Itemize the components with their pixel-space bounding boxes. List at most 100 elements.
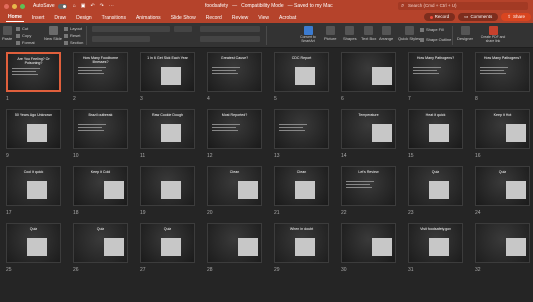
- comments-button[interactable]: ▭ Comments: [458, 13, 499, 21]
- convert-smartart-button[interactable]: Convert to SmartArt: [296, 26, 320, 43]
- text-box-button[interactable]: Text Box: [361, 26, 376, 41]
- home-icon[interactable]: ⌂: [73, 3, 76, 9]
- more-icon[interactable]: ⋯: [109, 3, 114, 9]
- save-icon[interactable]: ▣: [81, 3, 86, 9]
- slide-thumbnail[interactable]: [341, 52, 396, 92]
- slide-number: 28: [207, 267, 213, 273]
- slide-thumbnail[interactable]: How Many Foodborne Illnesses?: [73, 52, 128, 92]
- tab-record[interactable]: Record: [204, 14, 224, 22]
- slide-thumbnail[interactable]: [207, 223, 262, 263]
- section-button[interactable]: Section: [64, 40, 83, 45]
- slide-image: [104, 181, 124, 199]
- slide-thumbnail[interactable]: Visit foodsafety.gov: [408, 223, 463, 263]
- reset-label: Reset: [70, 33, 81, 38]
- slide-title: 50 Years Ago Unknown: [14, 113, 53, 117]
- shapes-button[interactable]: Shapes: [343, 26, 357, 41]
- slide-thumbnail[interactable]: Clean: [207, 166, 262, 206]
- slide-thumbnail[interactable]: Greatest Cause?: [207, 52, 262, 92]
- slide-thumbnail[interactable]: How Many Pathogens?: [475, 52, 530, 92]
- designer-button[interactable]: Designer: [457, 26, 473, 41]
- slide-title: Keep it Hot: [493, 113, 512, 117]
- slide-number: 13: [274, 153, 280, 159]
- slide-image: [104, 238, 124, 256]
- minimize-window-button[interactable]: [12, 3, 17, 9]
- slide-thumbnail[interactable]: Heat it quick: [408, 109, 463, 149]
- slide-thumbnail[interactable]: Quiz: [475, 166, 530, 206]
- picture-button[interactable]: Picture: [324, 26, 336, 41]
- redo-icon[interactable]: ↷: [100, 3, 104, 9]
- tab-design[interactable]: Design: [74, 14, 94, 22]
- new-slide-button[interactable]: New Slide: [44, 26, 62, 41]
- slide-thumbnail[interactable]: Are You Feeling? Or Poisoning?: [6, 52, 61, 92]
- slide-thumbnail[interactable]: [140, 166, 195, 206]
- quick-styles-label: Quick Styles: [398, 36, 421, 41]
- tab-animations[interactable]: Animations: [134, 14, 163, 22]
- font-size-select[interactable]: [174, 26, 192, 32]
- slide-number: 30: [341, 267, 347, 273]
- paste-button[interactable]: Paste: [2, 26, 12, 41]
- font-style-buttons[interactable]: [92, 36, 150, 42]
- slide-title: Clean: [229, 170, 240, 174]
- slide-thumbnail[interactable]: Quiz: [140, 223, 195, 263]
- slide-thumbnail[interactable]: [475, 223, 530, 263]
- slide-thumbnail[interactable]: 50 Years Ago Unknown: [6, 109, 61, 149]
- create-pdf-button[interactable]: Create PDF and share link: [478, 26, 508, 43]
- brush-icon: [16, 40, 20, 45]
- convert-smartart-label: Convert to SmartArt: [300, 35, 316, 43]
- quick-styles-button[interactable]: Quick Styles: [398, 26, 420, 41]
- slide-thumbnail[interactable]: 1 in 6 Get Sick Each Year: [140, 52, 195, 92]
- tab-view[interactable]: View: [256, 14, 271, 22]
- slide-title: Raw Cookie Dough: [152, 113, 183, 117]
- slide-thumbnail[interactable]: Cool it quick: [6, 166, 61, 206]
- copy-icon: [16, 33, 20, 38]
- slide-title: Quiz: [29, 227, 38, 231]
- tab-insert[interactable]: Insert: [30, 14, 47, 22]
- slide-bullets: [212, 65, 240, 76]
- tab-acrobat[interactable]: Acrobat: [277, 14, 298, 22]
- tab-transitions[interactable]: Transitions: [100, 14, 128, 22]
- slide-thumbnail[interactable]: Temperature: [341, 109, 396, 149]
- slide-number: 4: [207, 96, 210, 102]
- slide-thumbnail[interactable]: [341, 223, 396, 263]
- paragraph-list-buttons[interactable]: [200, 26, 260, 32]
- search-input[interactable]: Search (Cmd + Ctrl + U): [398, 2, 528, 10]
- slide-thumbnail[interactable]: Clean: [274, 166, 329, 206]
- format-painter-button[interactable]: Format: [16, 40, 35, 45]
- slide-thumbnail[interactable]: Most Reported?: [207, 109, 262, 149]
- slide-thumbnail[interactable]: Quiz: [6, 223, 61, 263]
- close-window-button[interactable]: [4, 3, 9, 9]
- slide-thumbnail[interactable]: Brazil outbreak: [73, 109, 128, 149]
- copy-button[interactable]: Copy: [16, 33, 31, 38]
- slide-thumbnail[interactable]: Quiz: [408, 166, 463, 206]
- slide-thumbnail[interactable]: Let's Review: [341, 166, 396, 206]
- tab-draw[interactable]: Draw: [52, 14, 68, 22]
- layout-button[interactable]: Layout: [64, 26, 82, 31]
- tab-home[interactable]: Home: [6, 13, 24, 22]
- autosave-toggle[interactable]: [57, 3, 67, 9]
- create-pdf-label: Create PDF and share link: [480, 35, 506, 43]
- font-name-select[interactable]: [92, 26, 170, 32]
- slide-thumbnail[interactable]: [274, 109, 329, 149]
- slide-thumbnail[interactable]: Quiz: [73, 223, 128, 263]
- slide-number: 26: [73, 267, 79, 273]
- reset-button[interactable]: Reset: [64, 33, 80, 38]
- slide-thumbnail[interactable]: Keep it Cold: [73, 166, 128, 206]
- slide-thumbnail[interactable]: Raw Cookie Dough: [140, 109, 195, 149]
- slide-thumbnail[interactable]: CDC Report: [274, 52, 329, 92]
- slide-thumbnail[interactable]: When in doubt: [274, 223, 329, 263]
- zoom-window-button[interactable]: [20, 3, 25, 9]
- slide-image: [161, 124, 181, 142]
- shape-outline-button[interactable]: Shape Outline: [420, 37, 451, 42]
- ribbon-divider: [86, 26, 87, 45]
- cut-button[interactable]: Cut: [16, 26, 28, 31]
- undo-icon[interactable]: ↶: [90, 3, 94, 9]
- arrange-button[interactable]: Arrange: [379, 26, 393, 41]
- tab-review[interactable]: Review: [230, 14, 250, 22]
- record-button[interactable]: Record: [423, 13, 456, 21]
- share-button[interactable]: ⇪ Share: [501, 13, 531, 21]
- paragraph-align-buttons[interactable]: [200, 36, 260, 42]
- slide-thumbnail[interactable]: Keep it Hot: [475, 109, 530, 149]
- slide-thumbnail[interactable]: How Many Pathogens?: [408, 52, 463, 92]
- shape-fill-button[interactable]: Shape Fill: [420, 27, 444, 32]
- tab-slide-show[interactable]: Slide Show: [169, 14, 198, 22]
